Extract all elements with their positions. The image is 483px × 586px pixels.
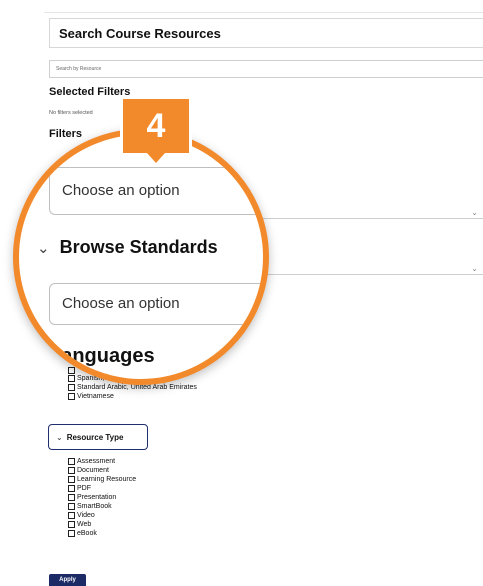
resource-type-list: Assessment Document Learning Resource PD…: [68, 457, 136, 538]
checkbox[interactable]: [68, 503, 75, 510]
list-item[interactable]: Presentation: [68, 493, 136, 502]
resource-type-option: PDF: [77, 485, 91, 492]
resource-type-option: Assessment: [77, 458, 116, 465]
checkbox[interactable]: [68, 521, 75, 528]
resource-type-option: Web: [77, 521, 92, 528]
list-item[interactable]: Assessment: [68, 457, 136, 466]
checkbox[interactable]: [68, 458, 75, 465]
badge-pointer: [147, 153, 165, 163]
list-item[interactable]: Video: [68, 511, 136, 520]
list-item[interactable]: Document: [68, 466, 136, 475]
list-item[interactable]: SmartBook: [68, 502, 136, 511]
resource-type-toggle[interactable]: ⌄ Resource Type: [48, 424, 148, 450]
resource-type-option: Video: [77, 512, 95, 519]
browse-standards-label: Browse Standards: [59, 237, 218, 257]
checkbox[interactable]: [68, 530, 75, 537]
chevron-down-icon: ⌄: [471, 264, 478, 273]
checkbox[interactable]: [68, 476, 75, 483]
choose-option-select-zoomed[interactable]: Choose an option: [49, 167, 263, 215]
resource-type-option: Learning Resource: [77, 476, 137, 483]
list-item[interactable]: Web: [68, 520, 136, 529]
checkbox[interactable]: [68, 393, 75, 400]
chevron-down-icon: ⌄: [56, 432, 63, 442]
checkbox[interactable]: [68, 467, 75, 474]
list-item[interactable]: eBook: [68, 529, 136, 538]
no-filters-text: No filters selected: [49, 110, 93, 116]
selected-filters-heading: Selected Filters: [49, 86, 131, 98]
language-label: Vietnamese: [77, 393, 114, 400]
list-item[interactable]: PDF: [68, 484, 136, 493]
list-item[interactable]: Vietnamese: [68, 392, 197, 401]
chevron-down-icon: ⌄: [471, 208, 478, 217]
checkbox[interactable]: [68, 512, 75, 519]
resource-type-option: eBook: [77, 530, 97, 537]
checkbox[interactable]: [68, 367, 75, 374]
resource-type-option: SmartBook: [77, 503, 112, 510]
choose-option-select-zoomed-2[interactable]: Choose an option: [49, 283, 263, 325]
apply-button[interactable]: Apply: [49, 574, 86, 586]
checkbox[interactable]: [68, 375, 75, 382]
resource-type-option: Document: [77, 467, 109, 474]
checkbox[interactable]: [68, 384, 75, 391]
resource-type-option: Presentation: [77, 494, 117, 501]
languages-heading-zoomed: Languages: [49, 345, 155, 367]
search-input[interactable]: Search by Resource: [49, 60, 483, 78]
step-number-badge: 4: [120, 96, 192, 156]
resource-type-label: Resource Type: [66, 432, 124, 442]
browse-standards-toggle-zoomed[interactable]: ⌄ Browse Standards: [37, 237, 218, 258]
top-divider: [44, 12, 483, 13]
filters-heading: Filters: [49, 128, 83, 140]
checkbox[interactable]: [68, 494, 75, 501]
chevron-down-icon: ⌄: [37, 239, 50, 257]
list-item[interactable]: Learning Resource: [68, 475, 136, 484]
search-course-resources-title: Search Course Resources: [49, 18, 483, 48]
magnifier-callout: Choose an option ⌄ Browse Standards Choo…: [13, 129, 269, 385]
checkbox[interactable]: [68, 485, 75, 492]
